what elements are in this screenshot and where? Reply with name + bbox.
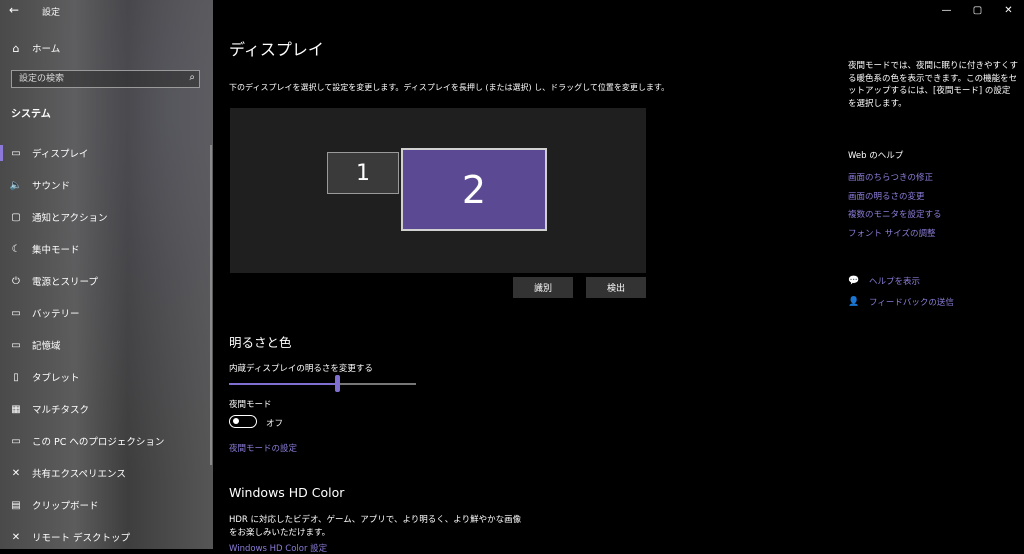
sidebar-item-focus-assist[interactable]: ☾ 集中モード [0, 233, 213, 265]
night-mode-label: 夜間モード [229, 400, 272, 410]
sidebar-nav: ▭ ディスプレイ 🔈 サウンド ▢ 通知とアクション ☾ 集中モード ⏻ 電源と… [0, 137, 213, 549]
get-help-link[interactable]: ヘルプを表示 [869, 275, 920, 287]
back-arrow-icon[interactable]: ← [9, 3, 19, 17]
night-mode-toggle[interactable] [229, 415, 257, 428]
brightness-slider-label: 内蔵ディスプレイの明るさを変更する [229, 364, 373, 374]
minimize-icon[interactable]: — [931, 0, 962, 22]
storage-icon: ▭ [11, 339, 21, 351]
home-icon: ⌂ [12, 41, 20, 55]
identify-button[interactable]: 識別 [513, 277, 573, 298]
section-title-system: システム [11, 109, 51, 120]
sidebar-item-sound[interactable]: 🔈 サウンド [0, 169, 213, 201]
tablet-icon: ▯ [13, 371, 19, 383]
sidebar-item-label: リモート デスクトップ [32, 533, 131, 544]
help-link-flicker[interactable]: 画面のちらつきの修正 [848, 171, 942, 190]
sidebar-item-label: ディスプレイ [32, 149, 89, 160]
get-help-row[interactable]: 💬 ヘルプを表示 [848, 270, 954, 291]
projection-icon: ▭ [11, 435, 21, 447]
window-controls: — ▢ ✕ [931, 0, 1024, 22]
notification-icon: ▢ [11, 211, 21, 223]
help-actions: 💬 ヘルプを表示 👤 フィードバックの送信 [848, 270, 954, 312]
clipboard-icon: ▤ [11, 499, 21, 511]
sidebar-item-label: マルチタスク [32, 405, 90, 416]
help-link-multiple-monitors[interactable]: 複数のモニタを設定する [848, 208, 942, 227]
night-mode-tip: 夜間モードでは、夜間に眠りに付きやすくする暖色系の色を表示できます。この機能をセ… [848, 61, 1019, 109]
brightness-color-heading: 明るさと色 [229, 335, 292, 350]
brightness-slider-thumb[interactable] [335, 375, 341, 392]
display-arrangement-area: 1 2 [230, 108, 646, 273]
night-mode-state: オフ [266, 419, 284, 429]
feedback-icon: 👤 [848, 296, 860, 307]
brightness-slider[interactable] [229, 375, 416, 392]
sidebar-item-remote-desktop[interactable]: ✕ リモート デスクトップ [0, 521, 213, 549]
display-icon: ▭ [11, 147, 21, 159]
titlebar-left: ← 設定 [0, 0, 213, 22]
detect-button[interactable]: 検出 [586, 277, 646, 298]
feedback-link[interactable]: フィードバックの送信 [869, 296, 954, 308]
app-title: 設定 [42, 8, 61, 18]
help-link-font-size[interactable]: フォント サイズの調整 [848, 227, 942, 246]
toggle-knob [233, 418, 239, 424]
sidebar-item-notifications[interactable]: ▢ 通知とアクション [0, 201, 213, 233]
hdr-settings-link[interactable]: Windows HD Color 設定 [229, 542, 327, 554]
sidebar-item-clipboard[interactable]: ▤ クリップボード [0, 489, 213, 521]
sidebar-item-label: タブレット [32, 373, 80, 384]
power-icon: ⏻ [12, 275, 20, 287]
sidebar-item-label: 通知とアクション [32, 213, 108, 224]
display-description: 下のディスプレイを選択して設定を変更します。ディスプレイを長押し (または選択)… [229, 83, 670, 92]
moon-icon: ☾ [11, 243, 21, 255]
sidebar-item-battery[interactable]: ▭ バッテリー [0, 297, 213, 329]
monitor-1[interactable]: 1 [327, 152, 399, 194]
hdr-heading: Windows HD Color [229, 485, 345, 500]
page-title: ディスプレイ [229, 40, 324, 59]
sidebar-item-label: 電源とスリープ [32, 277, 98, 288]
web-help-links: 画面のちらつきの修正 画面の明るさの変更 複数のモニタを設定する フォント サイ… [848, 171, 942, 245]
sidebar-item-projecting[interactable]: ▭ この PC へのプロジェクション [0, 425, 213, 457]
sidebar-item-label: 共有エクスペリエンス [32, 469, 126, 480]
help-link-brightness[interactable]: 画面の明るさの変更 [848, 190, 942, 209]
web-help-heading: Web のヘルプ [848, 151, 904, 161]
sidebar-item-power-sleep[interactable]: ⏻ 電源とスリープ [0, 265, 213, 297]
sidebar-item-label: この PC へのプロジェクション [32, 437, 165, 448]
home-label: ホーム [32, 44, 61, 55]
brightness-slider-fill [229, 383, 338, 385]
battery-icon: ▭ [11, 307, 21, 319]
settings-search-input[interactable] [12, 71, 184, 87]
remote-desktop-icon: ✕ [11, 531, 21, 543]
settings-search-box[interactable]: ⌕ [11, 70, 200, 88]
hdr-description: HDR に対応したビデオ、ゲーム、アプリで、より明るく、より鮮やかな画像をお楽し… [229, 515, 522, 538]
multitasking-icon: ▦ [11, 403, 21, 415]
night-mode-settings-link[interactable]: 夜間モードの設定 [229, 442, 297, 454]
related-panel: 夜間モードでは、夜間に眠りに付きやすくする暖色系の色を表示できます。この機能をセ… [848, 60, 1019, 308]
feedback-row[interactable]: 👤 フィードバックの送信 [848, 291, 954, 312]
sidebar-item-label: 集中モード [32, 245, 80, 256]
sidebar-item-tablet[interactable]: ▯ タブレット [0, 361, 213, 393]
sidebar-item-label: クリップボード [32, 501, 99, 512]
chat-help-icon: 💬 [848, 275, 860, 286]
sidebar-item-shared-experiences[interactable]: ✕ 共有エクスペリエンス [0, 457, 213, 489]
sidebar-item-multitasking[interactable]: ▦ マルチタスク [0, 393, 213, 425]
main-content: — ▢ ✕ ディスプレイ 下のディスプレイを選択して設定を変更します。ディスプレ… [213, 0, 1024, 554]
close-icon[interactable]: ✕ [993, 0, 1024, 22]
sidebar-item-label: 記憶域 [32, 341, 61, 352]
sidebar-item-home[interactable]: ⌂ ホーム [9, 39, 61, 57]
sidebar-item-label: バッテリー [32, 309, 80, 320]
maximize-icon[interactable]: ▢ [962, 0, 993, 22]
sidebar-item-storage[interactable]: ▭ 記憶域 [0, 329, 213, 361]
sidebar-scrollbar[interactable] [210, 145, 212, 465]
sidebar: ← 設定 ⌂ ホーム ⌕ システム ▭ ディスプレイ 🔈 サウンド ▢ 通知とア… [0, 0, 213, 549]
search-icon[interactable]: ⌕ [189, 72, 195, 83]
sidebar-item-display[interactable]: ▭ ディスプレイ [0, 137, 213, 169]
shared-experiences-icon: ✕ [11, 467, 21, 479]
monitor-2[interactable]: 2 [401, 148, 547, 231]
sidebar-item-label: サウンド [32, 181, 71, 192]
speaker-icon: 🔈 [9, 179, 23, 191]
